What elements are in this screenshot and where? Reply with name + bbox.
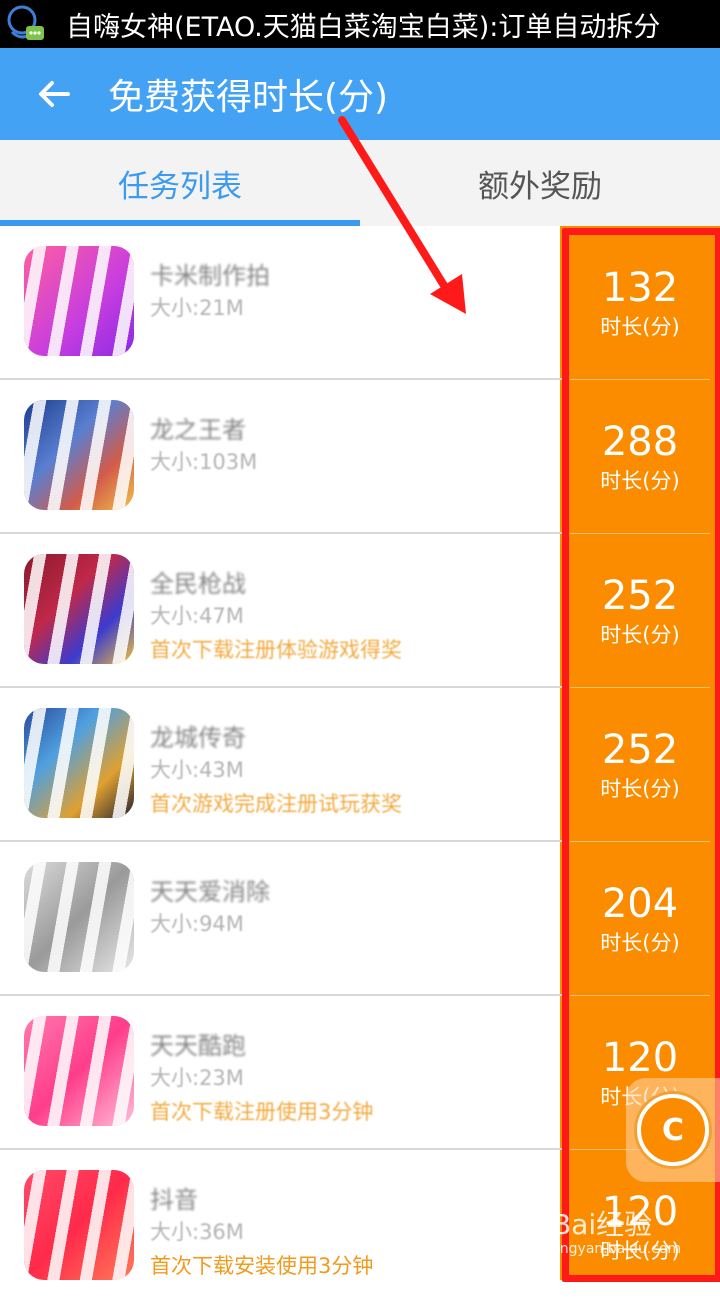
- c-logo-icon: C: [637, 1094, 709, 1166]
- app-name: 抖音: [150, 1186, 198, 1214]
- back-button[interactable]: [26, 66, 82, 122]
- task-note: 首次游戏完成注册试玩获奖: [150, 792, 402, 816]
- app-size: 大小:36M: [150, 1220, 244, 1244]
- app-icon: [24, 554, 134, 664]
- notification-title: 自嗨女神(ETAO.天猫白菜淘宝白菜):订单自动拆分: [66, 11, 661, 43]
- page-title: 免费获得时长(分): [108, 77, 389, 118]
- reward-unit: 时长(分): [600, 315, 680, 339]
- reward-button[interactable]: 252 时长(分): [560, 534, 720, 688]
- reward-button[interactable]: 288 时长(分): [560, 380, 720, 534]
- reward-value: 120: [601, 1035, 679, 1081]
- baidu-watermark: Bai经验 jingyan.baidu.com: [552, 1210, 712, 1272]
- task-note: 首次下载注册使用3分钟: [150, 1100, 374, 1124]
- reward-button[interactable]: 204 时长(分): [560, 842, 720, 996]
- app-bar: 免费获得时长(分): [0, 48, 720, 140]
- watermark-main: Bai经验: [552, 1208, 653, 1241]
- status-bar: 自嗨女神(ETAO.天猫白菜淘宝白菜):订单自动拆分: [0, 0, 720, 48]
- app-size: 大小:43M: [150, 758, 244, 782]
- reward-value: 288: [601, 419, 679, 465]
- app-name: 卡米制作拍: [150, 262, 270, 290]
- app-name: 全民枪战: [150, 570, 246, 598]
- reward-value: 204: [601, 881, 679, 927]
- app-size: 大小:21M: [150, 296, 244, 320]
- app-size: 大小:103M: [150, 450, 258, 474]
- reward-value: 252: [601, 727, 679, 773]
- floating-action-button[interactable]: C: [626, 1078, 720, 1182]
- chat-app-icon: [0, 0, 48, 48]
- arrow-left-icon: [39, 81, 70, 107]
- reward-unit: 时长(分): [600, 623, 680, 647]
- app-icon: [24, 1170, 134, 1280]
- app-icon: [24, 400, 134, 510]
- task-note: 首次下载注册体验游戏得奖: [150, 638, 402, 662]
- reward-value: 252: [601, 573, 679, 619]
- app-icon: [24, 708, 134, 818]
- app-size: 大小:23M: [150, 1066, 244, 1090]
- app-size: 大小:47M: [150, 604, 244, 628]
- app-icon: [24, 246, 134, 356]
- app-name: 天天爱消除: [150, 878, 270, 906]
- reward-unit: 时长(分): [600, 931, 680, 955]
- reward-unit: 时长(分): [600, 469, 680, 493]
- reward-value: 132: [601, 265, 679, 311]
- reward-button[interactable]: 252 时长(分): [560, 688, 720, 842]
- tab-bar: 任务列表 额外奖励: [0, 140, 720, 226]
- app-name: 龙城传奇: [150, 724, 246, 752]
- tab-task-list[interactable]: 任务列表: [0, 140, 360, 226]
- app-name: 龙之王者: [150, 416, 246, 444]
- app-size: 大小:94M: [150, 912, 244, 936]
- reward-button[interactable]: 132 时长(分): [560, 226, 720, 380]
- app-name: 天天酷跑: [150, 1032, 246, 1060]
- reward-unit: 时长(分): [600, 777, 680, 801]
- app-icon: [24, 1016, 134, 1126]
- task-note: 首次下载安装使用3分钟: [150, 1254, 374, 1278]
- tab-extra-rewards[interactable]: 额外奖励: [360, 140, 720, 226]
- app-icon: [24, 862, 134, 972]
- watermark-sub: jingyan.baidu.com: [552, 1241, 682, 1257]
